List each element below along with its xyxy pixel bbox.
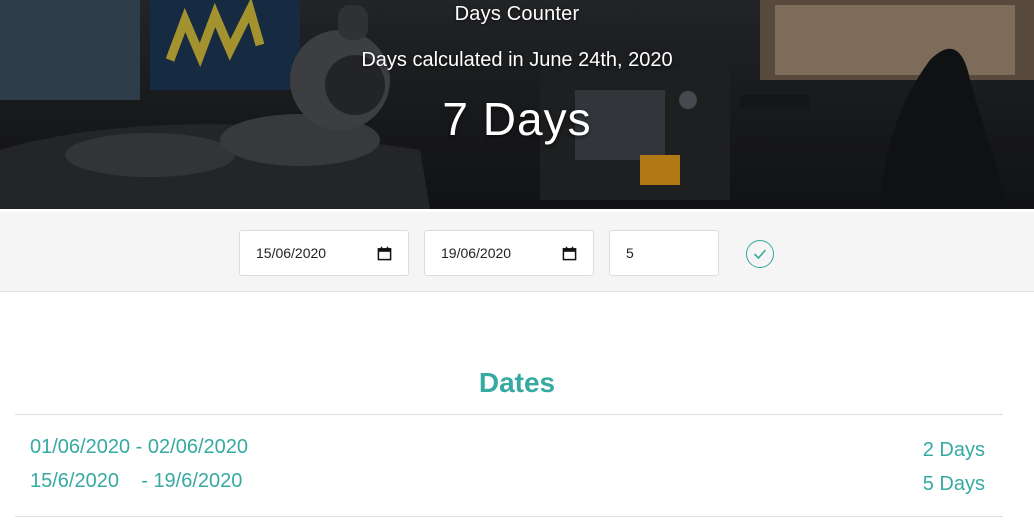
range-end: 19/6/2020 bbox=[153, 470, 243, 492]
date-range-row: 01/06/2020 - 02/06/2020 bbox=[30, 436, 248, 459]
check-icon bbox=[754, 249, 766, 259]
range-end: 02/06/2020 bbox=[147, 436, 248, 458]
range-days: 2 Days bbox=[922, 439, 985, 461]
range-start: 15/6/2020 bbox=[30, 470, 119, 492]
days-number-value: 5 bbox=[626, 245, 634, 261]
divider bbox=[15, 414, 1003, 415]
start-date-value: 15/06/2020 bbox=[256, 245, 327, 261]
page-title: Days Counter bbox=[454, 3, 580, 25]
calendar-icon[interactable] bbox=[562, 246, 577, 261]
start-date-input[interactable]: 15/06/2020 bbox=[239, 230, 409, 276]
range-start: 01/06/2020 bbox=[30, 436, 131, 458]
dates-heading: Dates bbox=[478, 367, 556, 398]
end-date-value: 19/06/2020 bbox=[441, 245, 512, 261]
range-separator: - bbox=[118, 470, 154, 492]
range-days: 5 Days bbox=[922, 473, 985, 495]
end-date-input[interactable]: 19/06/2020 bbox=[424, 230, 594, 276]
submit-button[interactable] bbox=[746, 240, 774, 268]
range-separator: - bbox=[130, 436, 148, 458]
calculation-date: Days calculated in June 24th, 2020 bbox=[361, 49, 673, 71]
days-number-input[interactable]: 5 bbox=[609, 230, 719, 276]
hero-banner: Days Counter Days calculated in June 24t… bbox=[0, 0, 1034, 209]
divider bbox=[15, 516, 1003, 517]
calendar-icon[interactable] bbox=[377, 246, 392, 261]
date-range-row: 15/6/2020 - 19/6/2020 bbox=[30, 470, 242, 493]
date-input-bar: 15/06/2020 19/06/2020 5 bbox=[0, 209, 1034, 292]
days-total: 7 Days bbox=[442, 93, 592, 145]
